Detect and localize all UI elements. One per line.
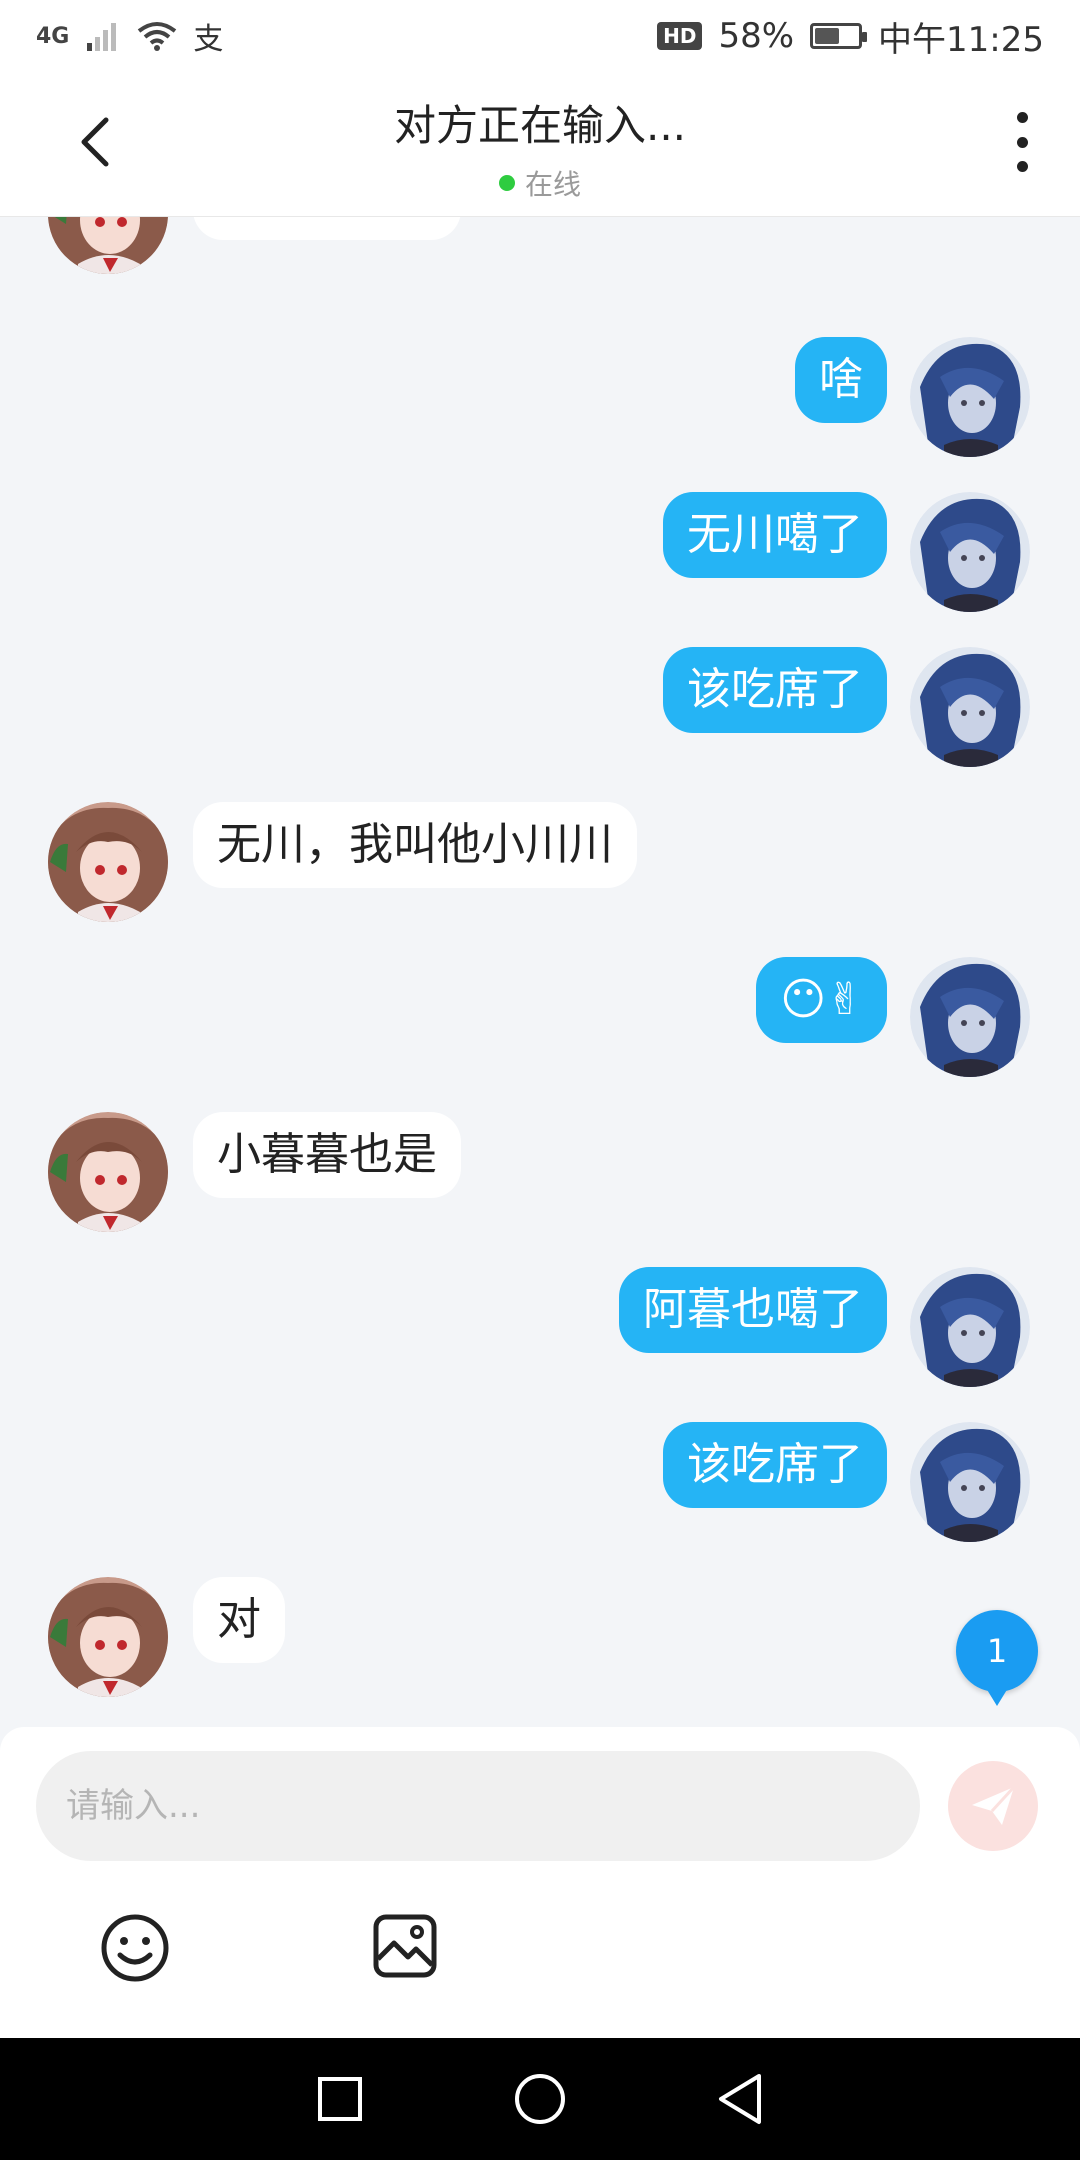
signal-icon	[87, 23, 117, 51]
status-right: HD 58% 中午11:25	[657, 12, 1044, 61]
contact-avatar[interactable]	[48, 217, 168, 274]
message-row: 对	[0, 1577, 1080, 1707]
my-avatar[interactable]	[910, 337, 1030, 457]
message-row: 小暮暮也是	[0, 1112, 1080, 1242]
message-row: 小川川嘎了	[0, 217, 1080, 284]
outgoing-message-bubble[interactable]: 该吃席了	[663, 1422, 887, 1508]
status-extra-glyph: 支	[193, 22, 224, 57]
unread-count-badge[interactable]: 1	[956, 1610, 1038, 1706]
page-title: 对方正在输入...	[393, 101, 687, 150]
composer	[0, 1727, 1080, 2038]
header-title-wrap: 对方正在输入... 在线	[0, 92, 1080, 203]
message-row: 该吃席了	[0, 1422, 1080, 1552]
system-nav-bar	[0, 2038, 1080, 2160]
send-button[interactable]	[948, 1761, 1038, 1851]
recent-apps-icon[interactable]	[315, 2074, 365, 2124]
network-type: 4G	[36, 23, 70, 49]
message-row: 😶✌	[0, 957, 1080, 1087]
clock: 中午11:25	[878, 19, 1044, 60]
online-status-text: 在线	[524, 168, 581, 201]
emoji-icon[interactable]	[100, 1913, 170, 1983]
battery-percent: 58%	[718, 16, 795, 56]
status-bar: 4G 支 HD 58% 中午11:25	[0, 0, 1080, 72]
outgoing-message-bubble[interactable]: 无川噶了	[663, 492, 887, 578]
my-avatar[interactable]	[910, 647, 1030, 767]
hd-badge: HD	[657, 22, 703, 50]
battery-icon	[810, 23, 868, 49]
wifi-icon	[138, 22, 177, 51]
message-row: 该吃席了	[0, 647, 1080, 777]
my-avatar[interactable]	[910, 957, 1030, 1077]
incoming-message-bubble[interactable]: 对	[193, 1577, 285, 1663]
chat-header: 对方正在输入... 在线	[0, 72, 1080, 217]
contact-avatar[interactable]	[48, 1112, 168, 1232]
my-avatar[interactable]	[910, 492, 1030, 612]
back-nav-icon[interactable]	[715, 2072, 765, 2126]
status-left: 4G 支	[36, 14, 223, 58]
contact-avatar[interactable]	[48, 1577, 168, 1697]
incoming-message-bubble[interactable]: 小暮暮也是	[193, 1112, 461, 1198]
message-row: 无川噶了	[0, 492, 1080, 622]
incoming-message-bubble[interactable]: 无川，我叫他小川川	[193, 802, 637, 888]
image-icon[interactable]	[372, 1913, 438, 1979]
send-icon	[972, 1785, 1016, 1825]
home-icon[interactable]	[513, 2072, 567, 2126]
online-status: 在线	[0, 163, 1080, 203]
message-list[interactable]: 小川川嘎了啥无川噶了该吃席了无川，我叫他小川川😶✌小暮暮也是阿暮也噶了该吃席了对	[0, 217, 1080, 1727]
outgoing-message-bubble[interactable]: 😶✌	[756, 957, 887, 1043]
contact-avatar[interactable]	[48, 802, 168, 922]
message-row: 无川，我叫他小川川	[0, 802, 1080, 932]
outgoing-message-bubble[interactable]: 啥	[795, 337, 887, 423]
my-avatar[interactable]	[910, 1267, 1030, 1387]
outgoing-message-bubble[interactable]: 该吃席了	[663, 647, 887, 733]
more-options-icon[interactable]	[1014, 112, 1030, 172]
my-avatar[interactable]	[910, 1422, 1030, 1542]
message-row: 阿暮也噶了	[0, 1267, 1080, 1397]
message-input[interactable]	[36, 1751, 920, 1861]
online-dot-icon	[498, 175, 515, 191]
outgoing-message-bubble[interactable]: 阿暮也噶了	[619, 1267, 887, 1353]
incoming-message-bubble[interactable]: 小川川嘎了	[193, 217, 461, 240]
message-row: 啥	[0, 337, 1080, 467]
